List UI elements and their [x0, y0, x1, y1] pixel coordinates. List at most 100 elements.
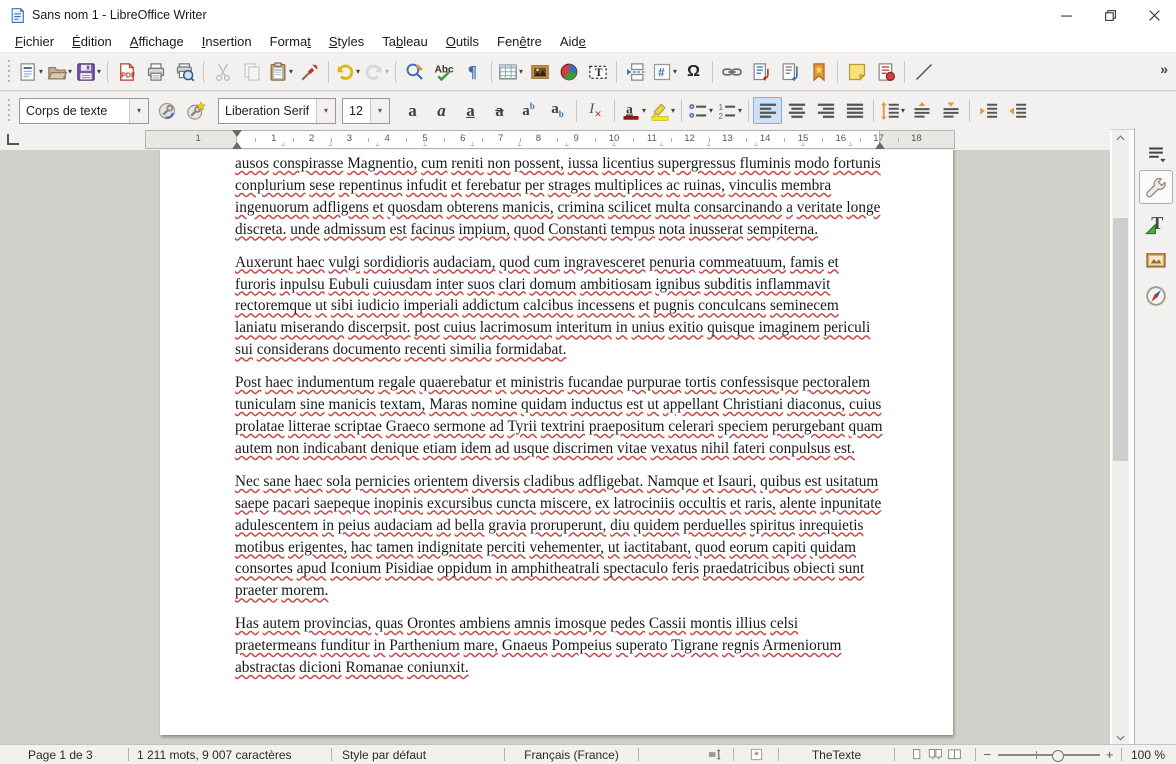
- chevron-down-icon[interactable]: ▾: [901, 106, 905, 115]
- insert-line-button[interactable]: [909, 58, 938, 85]
- chevron-down-icon[interactable]: ▾: [738, 106, 742, 115]
- open-button[interactable]: ▾: [45, 58, 74, 85]
- underline-button[interactable]: a: [456, 97, 485, 124]
- italic-button[interactable]: a: [427, 97, 456, 124]
- scroll-up-arrow-icon[interactable]: [1112, 130, 1129, 145]
- paragraph-style-combo[interactable]: Corps de texte▾: [19, 98, 149, 124]
- paragraph[interactable]: Auxerunt haec vulgi sordidioris audaciam…: [235, 252, 883, 362]
- zoom-slider[interactable]: − +: [984, 748, 1114, 762]
- zoom-in-button[interactable]: +: [1106, 748, 1114, 762]
- chevron-down-icon[interactable]: ▾: [519, 67, 523, 76]
- bookmark-button[interactable]: [804, 58, 833, 85]
- font-name-combo[interactable]: Liberation Serif▾: [218, 98, 336, 124]
- paragraph[interactable]: Nec sane haec sola pernicies orientem di…: [235, 471, 883, 602]
- clear-formatting-button[interactable]: I✕: [581, 97, 610, 124]
- insert-image-button[interactable]: [525, 58, 554, 85]
- update-style-button[interactable]: [152, 97, 181, 124]
- toolbar-overflow-button[interactable]: »: [1160, 61, 1168, 77]
- redo-button[interactable]: ▾: [362, 58, 391, 85]
- insert-chart-button[interactable]: [554, 58, 583, 85]
- decrease-paragraph-spacing-button[interactable]: [936, 97, 965, 124]
- align-right-button[interactable]: [811, 97, 840, 124]
- menu-format[interactable]: Format: [261, 32, 320, 51]
- save-button[interactable]: ▾: [74, 58, 103, 85]
- insert-textbox-button[interactable]: T: [583, 58, 612, 85]
- clone-formatting-button[interactable]: [295, 58, 324, 85]
- chevron-down-icon[interactable]: ▾: [129, 99, 148, 123]
- insert-table-button[interactable]: ▾: [496, 58, 525, 85]
- page-break-button[interactable]: [621, 58, 650, 85]
- chevron-down-icon[interactable]: ▾: [289, 67, 293, 76]
- find-replace-button[interactable]: [400, 58, 429, 85]
- left-indent-marker[interactable]: [232, 142, 242, 149]
- bullet-list-button[interactable]: ▾: [686, 97, 715, 124]
- modified-indicator[interactable]: *: [734, 745, 778, 764]
- paste-button[interactable]: ▾: [266, 58, 295, 85]
- zoom-out-button[interactable]: −: [984, 748, 992, 762]
- superscript-button[interactable]: ab: [514, 97, 543, 124]
- view-book-button[interactable]: [947, 747, 962, 762]
- increase-paragraph-spacing-button[interactable]: [907, 97, 936, 124]
- toolbar-grip[interactable]: [6, 60, 13, 84]
- insert-comment-button[interactable]: [842, 58, 871, 85]
- zoom-level[interactable]: 100 %: [1122, 745, 1175, 764]
- strikethrough-button[interactable]: a: [485, 97, 514, 124]
- menu-fenetre[interactable]: Fenêtre: [488, 32, 551, 51]
- tab-stop-selector[interactable]: [7, 134, 19, 145]
- horizontal-ruler[interactable]: 1123456789101112131415161718⊥⊥⊥⊥⊥⊥⊥⊥⊥⊥⊥⊥…: [145, 130, 955, 149]
- status-word-count[interactable]: 1 211 mots, 9 007 caractères: [129, 745, 331, 764]
- formatting-marks-button[interactable]: ¶: [458, 58, 487, 85]
- menu-edition[interactable]: Édition: [63, 32, 121, 51]
- justify-button[interactable]: [840, 97, 869, 124]
- chevron-down-icon[interactable]: ▾: [709, 106, 713, 115]
- highlight-color-button[interactable]: ▾: [648, 97, 677, 124]
- special-character-button[interactable]: Ω: [679, 58, 708, 85]
- sidebar-tab-styles[interactable]: T: [1140, 208, 1172, 240]
- align-center-button[interactable]: [782, 97, 811, 124]
- align-left-button[interactable]: [753, 97, 782, 124]
- subscript-button[interactable]: ab: [543, 97, 572, 124]
- chevron-down-icon[interactable]: ▾: [316, 99, 335, 123]
- insert-endnote-button[interactable]: [775, 58, 804, 85]
- track-changes-button[interactable]: [871, 58, 900, 85]
- decrease-indent-button[interactable]: [1003, 97, 1032, 124]
- chevron-down-icon[interactable]: ▾: [68, 67, 72, 76]
- export-pdf-button[interactable]: PDF: [112, 58, 141, 85]
- paragraph[interactable]: Post haec indumentum regale quaerebatur …: [235, 372, 883, 460]
- chevron-down-icon[interactable]: ▾: [673, 67, 677, 76]
- scroll-down-arrow-icon[interactable]: [1112, 730, 1129, 745]
- status-language[interactable]: Français (France): [505, 745, 638, 764]
- chevron-down-icon[interactable]: ▾: [356, 67, 360, 76]
- status-page-number[interactable]: Page 1 de 3: [0, 745, 128, 764]
- menu-insertion[interactable]: Insertion: [193, 32, 261, 51]
- status-paragraph-style[interactable]: Style par défaut: [332, 745, 504, 764]
- line-spacing-button[interactable]: ▾: [878, 97, 907, 124]
- chevron-down-icon[interactable]: ▾: [39, 67, 43, 76]
- view-multi-page-button[interactable]: [928, 747, 943, 762]
- view-single-page-button[interactable]: [909, 747, 924, 762]
- sidebar-tab-navigator[interactable]: [1140, 280, 1172, 312]
- insert-hyperlink-button[interactable]: [717, 58, 746, 85]
- insert-field-button[interactable]: #▾: [650, 58, 679, 85]
- sidebar-tab-properties[interactable]: [1139, 170, 1173, 204]
- chevron-down-icon[interactable]: ▾: [671, 106, 675, 115]
- document-page[interactable]: ausos conspirasse Magnentio, cum reniti …: [160, 150, 953, 735]
- paragraph[interactable]: ausos conspirasse Magnentio, cum reniti …: [235, 153, 883, 241]
- menu-styles[interactable]: Styles: [320, 32, 373, 51]
- new-document-button[interactable]: ▾: [16, 58, 45, 85]
- new-style-button[interactable]: [181, 97, 210, 124]
- insert-footnote-button[interactable]: [746, 58, 775, 85]
- first-line-indent-marker[interactable]: [232, 130, 242, 137]
- zoom-slider-track[interactable]: [998, 754, 1100, 756]
- print-preview-button[interactable]: [170, 58, 199, 85]
- zoom-slider-handle[interactable]: [1052, 750, 1064, 762]
- cut-button[interactable]: [208, 58, 237, 85]
- restore-button[interactable]: [1088, 0, 1132, 30]
- font-color-button[interactable]: a▾: [619, 97, 648, 124]
- print-button[interactable]: [141, 58, 170, 85]
- numbered-list-button[interactable]: 12▾: [715, 97, 744, 124]
- sidebar-menu-button[interactable]: [1140, 142, 1172, 166]
- minimize-button[interactable]: [1044, 0, 1088, 30]
- chevron-down-icon[interactable]: ▾: [97, 67, 101, 76]
- chevron-down-icon[interactable]: ▾: [370, 99, 389, 123]
